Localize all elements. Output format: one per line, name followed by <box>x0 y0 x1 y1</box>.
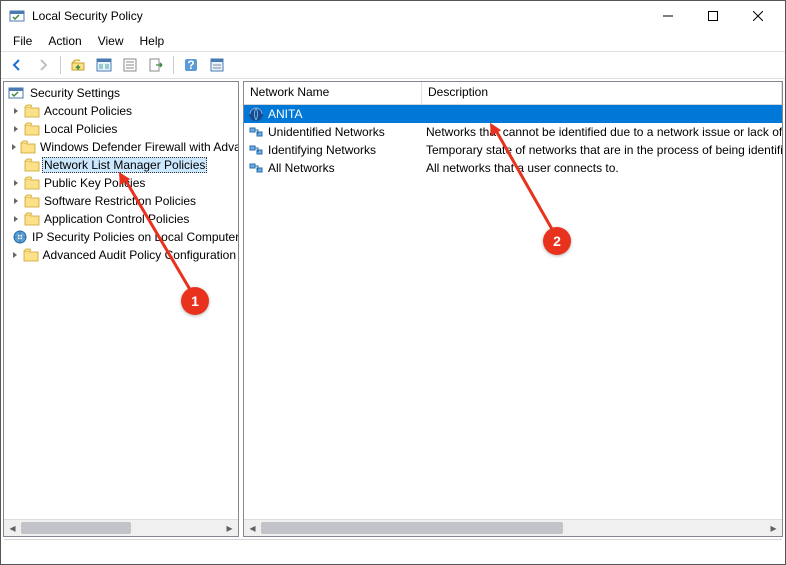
list-row[interactable]: Unidentified Networks Networks that canno… <box>244 123 782 141</box>
folder-icon <box>23 248 39 262</box>
minimize-button[interactable] <box>645 1 690 31</box>
list-row[interactable]: All Networks All networks that a user con… <box>244 159 782 177</box>
tree-pane: Security Settings Account Policies Local P… <box>3 81 239 537</box>
tree-item[interactable]: Software Restriction Policies <box>4 192 238 210</box>
tree-root-label: Security Settings <box>28 86 122 100</box>
list-row[interactable]: Identifying Networks Temporary state of n… <box>244 141 782 159</box>
menu-help[interactable]: Help <box>132 32 173 50</box>
tree-item[interactable]: Windows Defender Firewall with Advanced … <box>4 138 238 156</box>
tree-item[interactable]: Application Control Policies <box>4 210 238 228</box>
console-button[interactable] <box>92 54 116 76</box>
window-title: Local Security Policy <box>32 9 645 23</box>
tree-item-label: Account Policies <box>42 104 134 118</box>
row-description: Networks that cannot be identified due t… <box>422 125 782 139</box>
scroll-left-icon[interactable]: ◂ <box>244 520 261 536</box>
row-description: All networks that a user connects to. <box>422 161 782 175</box>
tree-item-label: Public Key Policies <box>42 176 147 190</box>
network-icon <box>248 124 264 140</box>
folder-icon <box>24 194 40 208</box>
tree-item[interactable]: Account Policies <box>4 102 238 120</box>
tree-item[interactable]: Local Policies <box>4 120 238 138</box>
toolbar: ? <box>1 51 785 79</box>
folder-icon <box>24 104 40 118</box>
scroll-right-icon[interactable]: ▸ <box>221 520 238 536</box>
folder-icon <box>24 158 40 172</box>
tree-root[interactable]: Security Settings <box>4 84 238 102</box>
scroll-right-icon[interactable]: ▸ <box>765 520 782 536</box>
svg-text:?: ? <box>187 58 194 72</box>
folder-icon <box>24 122 40 136</box>
chevron-right-icon[interactable] <box>10 215 22 223</box>
tree-item-label: Windows Defender Firewall with Advanced … <box>38 140 238 154</box>
tree-item-label: IP Security Policies on Local Computer <box>30 230 238 244</box>
close-button[interactable] <box>735 1 780 31</box>
column-description[interactable]: Description <box>422 82 782 104</box>
main-split-pane: Security Settings Account Policies Local P… <box>1 79 785 539</box>
maximize-button[interactable] <box>690 1 735 31</box>
network-icon <box>248 160 264 176</box>
statusbar <box>4 539 782 561</box>
scroll-left-icon[interactable]: ◂ <box>4 520 21 536</box>
forward-button[interactable] <box>31 54 55 76</box>
tree-item[interactable]: Network List Manager Policies <box>4 156 238 174</box>
folder-icon <box>24 176 40 190</box>
chevron-right-icon[interactable] <box>10 197 22 205</box>
chevron-right-icon[interactable] <box>10 107 22 115</box>
titlebar: Local Security Policy <box>1 1 785 31</box>
folder-icon <box>24 212 40 226</box>
menu-view[interactable]: View <box>90 32 132 50</box>
tree-item-label: Advanced Audit Policy Configuration <box>41 248 238 262</box>
list-body[interactable]: ANITA Unidentified Networks Networks that … <box>244 105 782 177</box>
tree-item-label: Software Restriction Policies <box>42 194 198 208</box>
tree-item-label: Local Policies <box>42 122 119 136</box>
help-button[interactable]: ? <box>179 54 203 76</box>
tree-item-label: Application Control Policies <box>42 212 191 226</box>
row-description: Temporary state of networks that are in … <box>422 143 782 157</box>
window-controls <box>645 1 780 31</box>
tree-item-label: Network List Manager Policies <box>42 157 207 173</box>
list-header: Network Name Description <box>244 82 782 105</box>
chevron-right-icon[interactable] <box>10 179 22 187</box>
tree-item[interactable]: IP Security Policies on Local Computer <box>4 228 238 246</box>
list-row[interactable]: ANITA <box>244 105 782 123</box>
tree-hscrollbar[interactable]: ◂ ▸ <box>4 519 238 536</box>
list-pane: Network Name Description ANITA Unidentifi… <box>243 81 783 537</box>
refresh-list-button[interactable] <box>118 54 142 76</box>
menubar: File Action View Help <box>1 31 785 51</box>
column-network-name[interactable]: Network Name <box>244 82 422 104</box>
row-name: Unidentified Networks <box>268 125 385 139</box>
chevron-right-icon[interactable] <box>10 143 18 151</box>
row-name: ANITA <box>268 107 302 121</box>
tree-view[interactable]: Security Settings Account Policies Local P… <box>4 82 238 266</box>
up-button[interactable] <box>66 54 90 76</box>
chevron-right-icon[interactable] <box>10 125 22 133</box>
export-button[interactable] <box>144 54 168 76</box>
list-hscrollbar[interactable]: ◂ ▸ <box>244 519 782 536</box>
folder-icon <box>20 140 36 154</box>
network-icon <box>248 106 264 122</box>
menu-action[interactable]: Action <box>40 32 89 50</box>
row-name: All Networks <box>268 161 335 175</box>
row-name: Identifying Networks <box>268 143 376 157</box>
tree-item[interactable]: Public Key Policies <box>4 174 238 192</box>
properties-button[interactable] <box>205 54 229 76</box>
menu-file[interactable]: File <box>5 32 40 50</box>
folder-icon <box>12 229 28 245</box>
chevron-right-icon[interactable] <box>10 251 21 259</box>
network-icon <box>248 142 264 158</box>
app-icon <box>9 8 25 24</box>
tree-item[interactable]: Advanced Audit Policy Configuration <box>4 246 238 264</box>
back-button[interactable] <box>5 54 29 76</box>
